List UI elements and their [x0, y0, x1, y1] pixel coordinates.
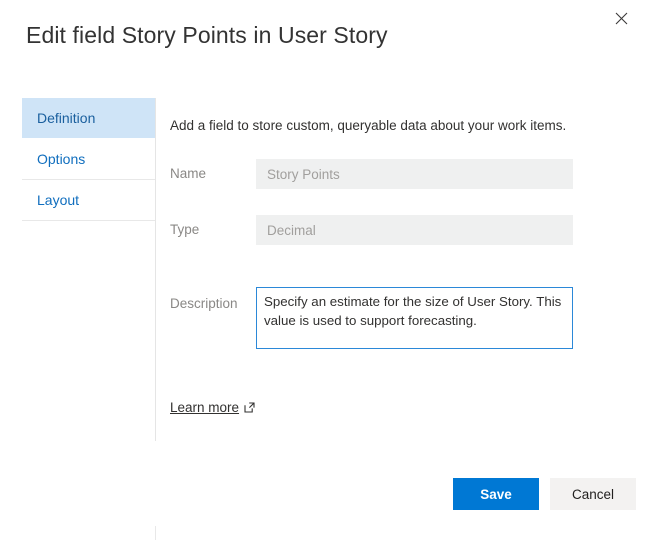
name-input[interactable] — [256, 159, 573, 189]
learn-more-link[interactable]: Learn more — [170, 400, 255, 415]
dialog-footer: Save Cancel — [453, 478, 636, 510]
close-icon — [615, 12, 628, 25]
nav-item-options[interactable]: Options — [22, 139, 155, 180]
field-row-name: Name — [170, 159, 590, 189]
nav-item-label: Options — [37, 151, 86, 167]
cancel-button[interactable]: Cancel — [550, 478, 636, 510]
dialog-title: Edit field Story Points in User Story — [26, 22, 388, 48]
type-input[interactable] — [256, 215, 573, 245]
type-field-label: Type — [170, 222, 200, 237]
dialog-nav: Definition Options Layout — [22, 98, 155, 221]
field-row-type: Type — [170, 215, 590, 245]
description-textarea[interactable] — [256, 287, 573, 349]
pane-intro-text: Add a field to store custom, queryable d… — [170, 118, 567, 133]
nav-item-definition[interactable]: Definition — [22, 98, 155, 139]
description-field-label: Description — [170, 296, 238, 311]
dialog-body: Definition Options Layout Add a field to… — [0, 98, 648, 441]
save-button[interactable]: Save — [453, 478, 539, 510]
external-link-icon — [244, 402, 255, 413]
background-divider-fragment — [155, 526, 156, 540]
edit-field-dialog: Edit field Story Points in User Story De… — [0, 0, 648, 540]
name-field-label: Name — [170, 166, 207, 181]
nav-item-label: Definition — [37, 110, 96, 126]
nav-content-divider — [155, 98, 156, 441]
nav-item-label: Layout — [37, 192, 80, 208]
field-row-description: Description — [170, 287, 590, 354]
close-button[interactable] — [606, 4, 636, 32]
learn-more-label: Learn more — [170, 400, 240, 415]
definition-pane: Add a field to store custom, queryable d… — [170, 98, 590, 417]
nav-item-layout[interactable]: Layout — [22, 180, 155, 221]
